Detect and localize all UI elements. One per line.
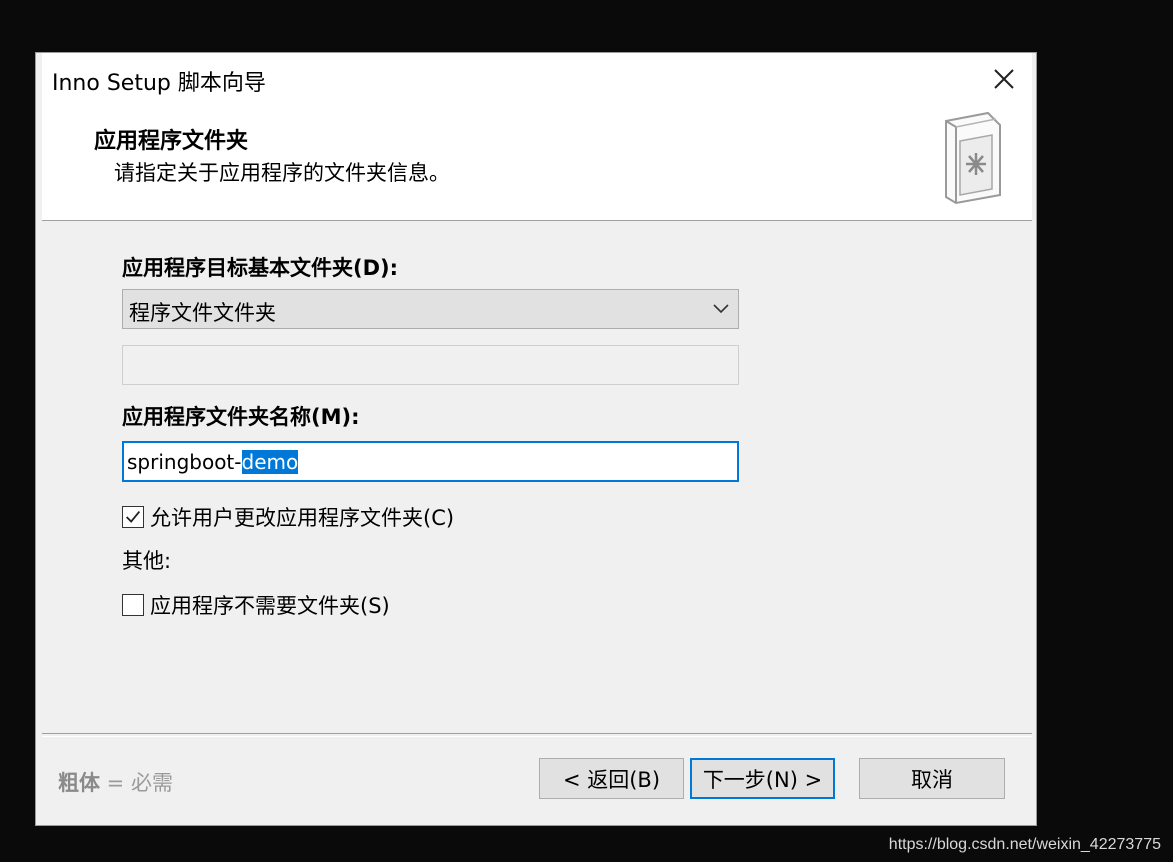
page-subtitle: 请指定关于应用程序的文件夹信息。 — [114, 161, 450, 185]
required-note-rest: = 必需 — [100, 771, 173, 795]
no-folder-label: 应用程序不需要文件夹(S) — [150, 594, 390, 618]
wizard-dialog: Inno Setup 脚本向导 应用程序文件夹 请指定关于应用程序的文件夹信息。… — [35, 52, 1037, 826]
other-label: 其他: — [122, 549, 172, 573]
chevron-down-icon — [713, 304, 729, 314]
close-icon[interactable] — [986, 61, 1022, 97]
page-title: 应用程序文件夹 — [94, 129, 249, 154]
base-folder-label: 应用程序目标基本文件夹(D): — [122, 256, 399, 280]
base-folder-select[interactable]: 程序文件文件夹 — [122, 289, 739, 329]
folder-document-icon — [945, 111, 1001, 205]
folder-name-value-prefix: springboot- — [127, 450, 242, 474]
required-note: 粗体 = 必需 — [58, 767, 173, 797]
required-note-bold: 粗体 — [58, 771, 100, 795]
cancel-button[interactable]: 取消 — [859, 758, 1005, 799]
next-button[interactable]: 下一步(N) > — [690, 758, 835, 799]
folder-name-value-selected: demo — [241, 450, 299, 474]
window-title: Inno Setup 脚本向导 — [52, 71, 266, 96]
allow-change-label: 允许用户更改应用程序文件夹(C) — [150, 506, 455, 530]
folder-name-input[interactable]: springboot-demo — [122, 441, 739, 482]
checkbox-unchecked-icon — [122, 594, 144, 616]
footer-divider — [42, 733, 1032, 737]
no-folder-checkbox[interactable]: 应用程序不需要文件夹(S) — [122, 590, 390, 620]
folder-name-label: 应用程序文件夹名称(M): — [122, 405, 360, 429]
watermark-url: https://blog.csdn.net/weixin_42273775 — [888, 836, 1161, 853]
custom-folder-input — [122, 345, 739, 385]
allow-change-checkbox[interactable]: 允许用户更改应用程序文件夹(C) — [122, 502, 454, 532]
header-panel: Inno Setup 脚本向导 应用程序文件夹 请指定关于应用程序的文件夹信息。 — [42, 53, 1032, 221]
base-folder-selected-value: 程序文件文件夹 — [129, 301, 276, 325]
back-button[interactable]: < 返回(B) — [539, 758, 684, 799]
checkbox-checked-icon — [122, 506, 144, 528]
